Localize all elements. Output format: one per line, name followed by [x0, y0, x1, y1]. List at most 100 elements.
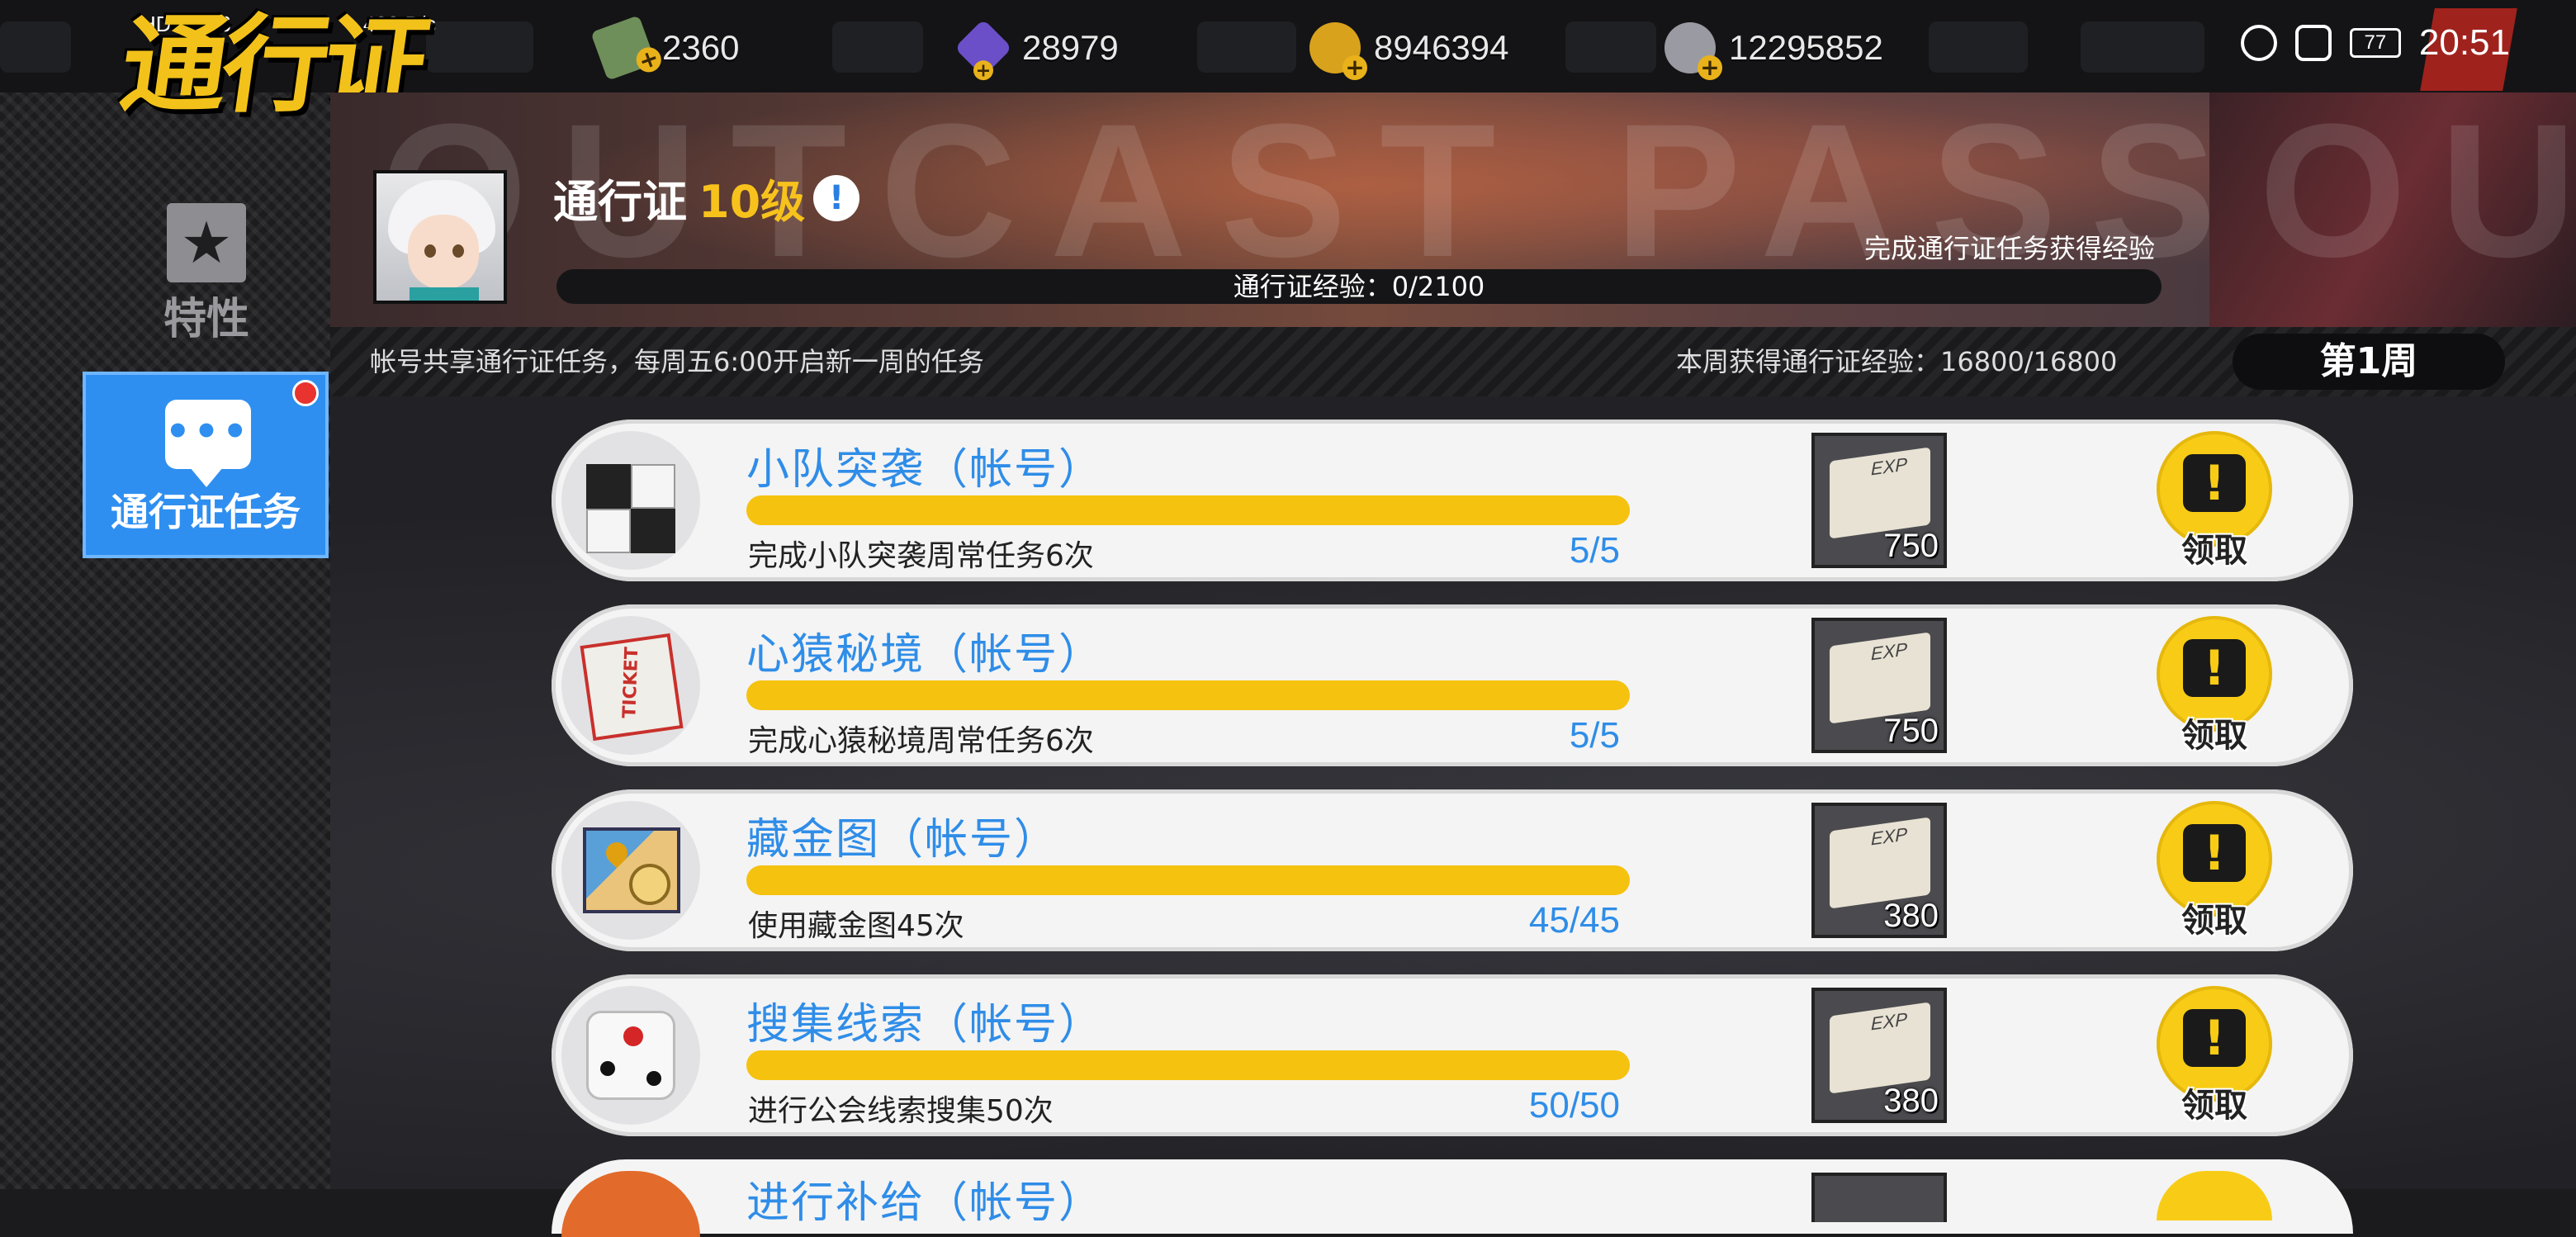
claim-label: 领取 — [2181, 717, 2247, 755]
banner-background-word-right: OUT — [2259, 92, 2576, 296]
reward-quantity: 750 — [1883, 528, 1939, 564]
sidebar-background — [0, 0, 330, 1189]
pass-level-title: 通行证 10级 ! — [553, 165, 860, 230]
alarm-icon — [2240, 25, 2277, 61]
task-count: 45/45 — [1528, 900, 1620, 941]
task-name: 心猿秘境（帐号） — [746, 630, 1104, 680]
add-icon[interactable]: + — [632, 43, 665, 76]
claim-button[interactable] — [2157, 1171, 2272, 1220]
currency-crystal[interactable]: + 28979 — [954, 15, 1119, 81]
info-icon[interactable]: ! — [813, 174, 860, 221]
battery-indicator: 77 — [2349, 28, 2401, 58]
exp-label: EXP — [1871, 453, 1908, 480]
task-description: 使用藏金图45次 — [748, 909, 964, 943]
week-selector[interactable]: 第1周 — [2233, 334, 2505, 390]
task-count: 5/5 — [1569, 715, 1620, 756]
currency-value: 28979 — [1022, 28, 1119, 67]
notification-dot — [292, 380, 319, 406]
exp-label: EXP — [1871, 1008, 1908, 1035]
task-progress-fill — [746, 495, 1630, 525]
exp-label: EXP — [1871, 638, 1908, 665]
exp-book-icon: EXP — [1830, 817, 1930, 909]
claim-button[interactable]: ! 领取 — [2153, 986, 2275, 1125]
currency-value: 12295852 — [1729, 28, 1883, 67]
avatar-collar — [410, 287, 479, 301]
sidebar-tab-label: 特性 — [163, 295, 249, 344]
reward-quantity: 750 — [1883, 713, 1939, 749]
supply-icon — [561, 1171, 700, 1237]
exp-label: EXP — [1871, 823, 1908, 850]
cube-icon — [561, 431, 700, 570]
chat-bubble-icon: ••• — [165, 400, 251, 487]
task-progress-bar — [746, 495, 1630, 525]
status-bar-right: 77 20:51 — [2240, 15, 2510, 71]
add-icon[interactable]: + — [1342, 55, 1367, 80]
exp-book-icon: EXP — [1830, 447, 1930, 539]
ticket-icon: TICKET — [561, 616, 700, 755]
add-icon[interactable]: + — [1698, 55, 1722, 80]
bar-slot — [1929, 21, 2028, 73]
task-card: 搜集线索（帐号） 进行公会线索搜集50次 50/50 EXP 380 ! 领取 — [552, 974, 2353, 1136]
task-progress-fill — [746, 680, 1630, 710]
clock: 20:51 — [2418, 22, 2510, 63]
exp-reward[interactable]: EXP 750 — [1811, 618, 1947, 753]
task-description: 完成小队突袭周常任务6次 — [748, 539, 1094, 573]
bar-slot — [1197, 21, 1296, 73]
task-card: 藏金图（帐号） 使用藏金图45次 45/45 EXP 380 ! 领取 — [552, 789, 2353, 951]
task-description: 完成心猿秘境周常任务6次 — [748, 724, 1094, 758]
task-name: 搜集线索（帐号） — [746, 1000, 1104, 1050]
treasure-map-icon — [561, 801, 700, 940]
silver-coin-icon: + — [1664, 22, 1722, 80]
task-count: 50/50 — [1528, 1085, 1620, 1126]
crystal-icon: + — [954, 18, 1013, 81]
dice-icon — [561, 986, 700, 1125]
task-card: 小队突袭（帐号） 完成小队突袭周常任务6次 5/5 EXP 750 ! 领取 — [552, 419, 2353, 581]
bar-slot — [1565, 21, 1656, 73]
claim-label: 领取 — [2181, 902, 2247, 940]
task-progress-fill — [746, 1050, 1630, 1080]
add-icon[interactable]: + — [973, 59, 993, 81]
avatar-eye — [424, 244, 436, 258]
exp-reward[interactable] — [1811, 1173, 1947, 1222]
sidebar-tab-pass-tasks[interactable]: ••• 通行证任务 — [83, 372, 329, 558]
task-card-partial: 进行补给（帐号） — [552, 1159, 2353, 1237]
avatar-face — [408, 215, 479, 289]
exp-reward[interactable]: EXP 380 — [1811, 988, 1947, 1123]
player-avatar[interactable] — [373, 170, 507, 304]
exclamation-icon: ! — [2183, 824, 2246, 882]
currency-silver[interactable]: + 12295852 — [1664, 15, 1883, 81]
exclamation-icon: ! — [2183, 1009, 2246, 1067]
task-name: 小队突袭（帐号） — [746, 445, 1104, 495]
claim-button[interactable]: ! 领取 — [2153, 801, 2275, 940]
exp-book-icon: EXP — [1830, 632, 1930, 724]
sidebar-tab-label: 通行证任务 — [111, 490, 301, 534]
bar-slot — [2081, 21, 2204, 73]
task-progress-bar — [746, 865, 1630, 895]
bar-slot — [832, 21, 923, 73]
claim-label: 领取 — [2181, 1087, 2247, 1125]
currency-gold[interactable]: + 8946394 — [1309, 15, 1509, 81]
claim-button[interactable]: ! 领取 — [2153, 616, 2275, 755]
avatar-eye — [452, 244, 464, 258]
sidebar-tab-trait[interactable]: ★ 特性 — [124, 195, 289, 344]
exp-book-icon: EXP — [1830, 1002, 1930, 1094]
currency-value: 2360 — [662, 28, 740, 67]
reward-quantity: 380 — [1883, 1083, 1939, 1119]
claim-label: 领取 — [2181, 532, 2247, 570]
task-count: 5/5 — [1569, 530, 1620, 571]
currency-cash[interactable]: + 2360 — [590, 15, 740, 81]
task-progress-fill — [746, 865, 1630, 895]
task-progress-bar — [746, 680, 1630, 710]
exclamation-icon: ! — [2183, 454, 2246, 512]
cash-icon: + — [590, 15, 665, 81]
exp-reward[interactable]: EXP 750 — [1811, 433, 1947, 568]
pass-level: 10级 — [698, 176, 806, 228]
claim-button[interactable]: ! 领取 — [2153, 431, 2275, 570]
task-name: 藏金图（帐号） — [746, 815, 1059, 865]
currency-value: 8946394 — [1374, 28, 1509, 67]
star-icon: ★ — [167, 203, 246, 282]
exp-hint: 完成通行证任务获得经验 — [1863, 233, 2155, 264]
weekly-exp-counter: 本周获得通行证经验：16800/16800 — [1676, 346, 2118, 377]
task-card: TICKET 心猿秘境（帐号） 完成心猿秘境周常任务6次 5/5 EXP 750… — [552, 604, 2353, 766]
exp-reward[interactable]: EXP 380 — [1811, 803, 1947, 938]
